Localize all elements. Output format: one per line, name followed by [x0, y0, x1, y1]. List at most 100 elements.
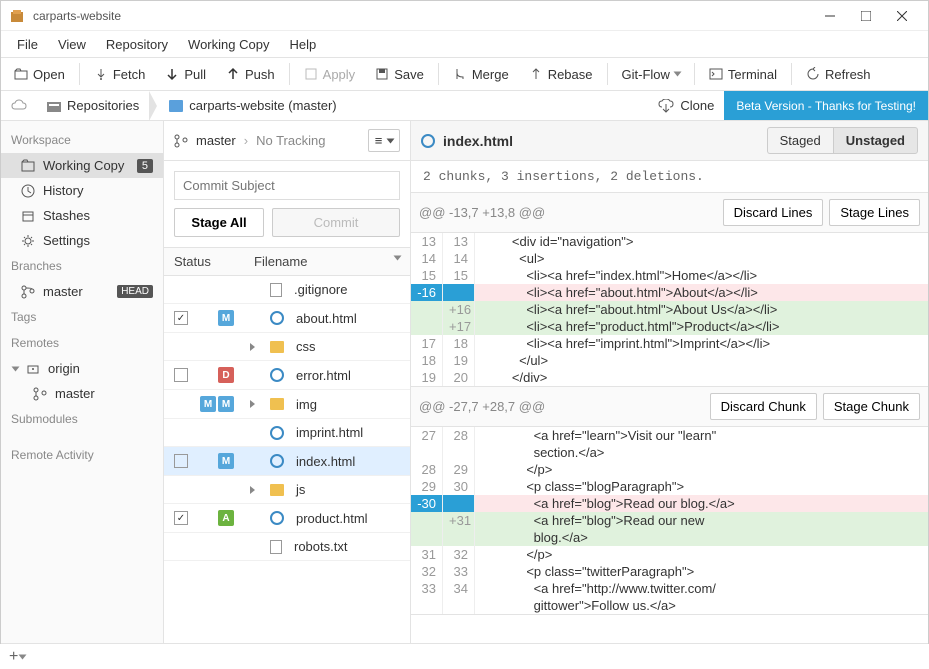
discard-chunk-button[interactable]: Discard Chunk	[710, 393, 817, 420]
file-name: index.html	[296, 454, 355, 469]
terminal-button[interactable]: Terminal	[700, 61, 786, 88]
menu-view[interactable]: View	[50, 33, 94, 56]
diff-line[interactable]: 1920 </div>	[411, 369, 928, 386]
diff-line[interactable]: 1819 </ul>	[411, 352, 928, 369]
sidebar: Workspace Working Copy 5 History Stashes…	[1, 121, 164, 643]
tab-unstaged[interactable]: Unstaged	[833, 127, 918, 154]
rebase-button[interactable]: Rebase	[520, 61, 602, 88]
stage-checkbox[interactable]	[174, 368, 188, 382]
diff-line[interactable]: -16 <li><a href="about.html">About</a></…	[411, 284, 928, 301]
diff-line[interactable]: +31 <a href="blog">Read our new	[411, 512, 928, 529]
crumb-repo[interactable]: carparts-website (master)	[159, 91, 346, 120]
chevron-down-icon	[387, 139, 395, 144]
diff-line[interactable]: -30 <a href="blog">Read our blog.</a>	[411, 495, 928, 512]
diff-line[interactable]: gittower">Follow us.</a>	[411, 597, 928, 614]
ie-icon	[270, 368, 284, 382]
clone-button[interactable]: Clone	[648, 91, 724, 120]
diff-line[interactable]: 1718 <li><a href="imprint.html">Imprint<…	[411, 335, 928, 352]
save-button[interactable]: Save	[366, 61, 433, 88]
stage-checkbox[interactable]	[174, 454, 188, 468]
file-icon	[270, 540, 282, 554]
stage-checkbox[interactable]	[174, 311, 188, 325]
breadcrumb: Repositories carparts-website (master) C…	[1, 91, 928, 121]
file-row[interactable]: Derror.html	[164, 361, 410, 390]
file-name: product.html	[296, 511, 368, 526]
diff-line[interactable]: 1313 <div id="navigation">	[411, 233, 928, 250]
chevron-right-icon	[250, 400, 255, 408]
file-name: robots.txt	[294, 539, 347, 554]
diff-line[interactable]: blog.</a>	[411, 529, 928, 546]
sidebar-item-origin-master[interactable]: master	[1, 381, 163, 406]
file-row[interactable]: robots.txt	[164, 533, 410, 561]
diff-line[interactable]: 1515 <li><a href="index.html">Home</a></…	[411, 267, 928, 284]
ie-icon	[270, 426, 284, 440]
diff-line[interactable]: 3233 <p class="twitterParagraph">	[411, 563, 928, 580]
status-badge: M	[218, 453, 234, 469]
folder-icon	[169, 100, 183, 112]
beta-banner: Beta Version - Thanks for Testing!	[724, 91, 928, 120]
merge-button[interactable]: Merge	[444, 61, 518, 88]
stage-all-button[interactable]: Stage All	[174, 208, 264, 237]
diff-body[interactable]: @@ -13,7 +13,8 @@ Discard Lines Stage Li…	[411, 193, 928, 643]
stage-lines-button[interactable]: Stage Lines	[829, 199, 920, 226]
stage-chunk-button[interactable]: Stage Chunk	[823, 393, 920, 420]
sidebar-item-origin[interactable]: origin	[1, 356, 163, 381]
tab-staged[interactable]: Staged	[767, 127, 833, 154]
open-button[interactable]: Open	[5, 61, 74, 88]
stage-checkbox[interactable]	[174, 511, 188, 525]
diff-line[interactable]: 1414 <ul>	[411, 250, 928, 267]
minimize-button[interactable]	[812, 2, 848, 30]
file-row[interactable]: .gitignore	[164, 276, 410, 304]
branch-crumb: master › No Tracking ≡	[164, 121, 410, 161]
diff-line[interactable]: 2930 <p class="blogParagraph">	[411, 478, 928, 495]
file-name: css	[296, 339, 316, 354]
close-button[interactable]	[884, 2, 920, 30]
gitflow-button[interactable]: Git-Flow	[613, 61, 689, 88]
menu-file[interactable]: File	[9, 33, 46, 56]
discard-lines-button[interactable]: Discard Lines	[723, 199, 824, 226]
file-row[interactable]: Aproduct.html	[164, 504, 410, 533]
diff-line[interactable]: +16 <li><a href="about.html">About Us</a…	[411, 301, 928, 318]
diff-line[interactable]: 3334 <a href="http://www.twitter.com/	[411, 580, 928, 597]
file-row[interactable]: js	[164, 476, 410, 504]
cloud-icon	[11, 99, 27, 113]
file-row[interactable]: Mabout.html	[164, 304, 410, 333]
sidebar-item-master[interactable]: masterHEAD	[1, 279, 163, 304]
sidebar-item-settings[interactable]: Settings	[1, 228, 163, 253]
sidebar-head-submodules: Submodules	[1, 406, 163, 432]
refresh-button[interactable]: Refresh	[797, 61, 880, 88]
crumb-cloud[interactable]	[1, 91, 37, 120]
clone-icon	[658, 99, 674, 113]
crumb-repositories[interactable]: Repositories	[37, 91, 149, 120]
sidebar-item-stashes[interactable]: Stashes	[1, 203, 163, 228]
maximize-button[interactable]	[848, 2, 884, 30]
push-button[interactable]: Push	[217, 61, 284, 88]
workingcopy-icon	[21, 159, 35, 173]
menu-help[interactable]: Help	[281, 33, 324, 56]
diff-line[interactable]: 3132 </p>	[411, 546, 928, 563]
diff-line[interactable]: 2829 </p>	[411, 461, 928, 478]
options-button[interactable]: ≡	[368, 129, 400, 152]
fetch-button[interactable]: Fetch	[85, 61, 155, 88]
commit-subject-input[interactable]	[174, 171, 400, 200]
sidebar-item-history[interactable]: History	[1, 178, 163, 203]
chevron-down-icon	[394, 256, 402, 261]
commit-button[interactable]: Commit	[272, 208, 400, 237]
diff-line[interactable]: 2728 <a href="learn">Visit our "learn"	[411, 427, 928, 444]
file-row[interactable]: imprint.html	[164, 419, 410, 447]
file-row[interactable]: css	[164, 333, 410, 361]
diff-line[interactable]: section.</a>	[411, 444, 928, 461]
file-row[interactable]: MMimg	[164, 390, 410, 419]
diff-line[interactable]: +17 <li><a href="product.html">Product</…	[411, 318, 928, 335]
menu-repository[interactable]: Repository	[98, 33, 176, 56]
sidebar-item-workingcopy[interactable]: Working Copy 5	[1, 153, 163, 178]
pull-button[interactable]: Pull	[156, 61, 215, 88]
file-list-header[interactable]: Status Filename	[164, 248, 410, 276]
repo-icon	[47, 100, 61, 112]
folder-icon	[270, 484, 284, 496]
apply-button[interactable]: Apply	[295, 61, 365, 88]
folder-icon	[270, 398, 284, 410]
menu-workingcopy[interactable]: Working Copy	[180, 33, 277, 56]
add-button[interactable]: +	[9, 648, 25, 666]
file-row[interactable]: Mindex.html	[164, 447, 410, 476]
